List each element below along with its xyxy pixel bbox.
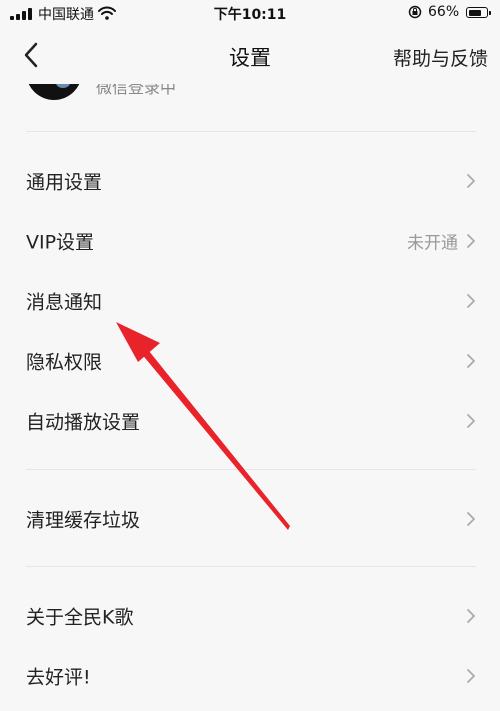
divider (26, 566, 476, 567)
menu-item-label: 自动播放设置 (26, 411, 141, 434)
help-feedback-link[interactable]: 帮助与反馈 (393, 44, 488, 71)
divider (26, 131, 476, 132)
menu-item-label: 关于全民K歌 (26, 606, 134, 629)
divider (26, 469, 476, 470)
menu-item-label: 清理缓存垃圾 (26, 509, 141, 532)
chevron-right-icon (467, 354, 475, 368)
vip-status-value: 未开通 (407, 233, 458, 254)
menu-item-label: VIP设置 (26, 231, 95, 254)
battery-icon (466, 7, 491, 18)
menu-item-rate-app[interactable]: 去好评! (0, 646, 500, 706)
chevron-right-icon (467, 414, 475, 428)
chevron-right-icon (467, 234, 475, 248)
login-method-text: 微信登录中 (96, 84, 177, 97)
menu-item-privacy[interactable]: 隐私权限 (0, 331, 500, 391)
menu-item-notifications[interactable]: 消息通知 (0, 271, 500, 331)
navigation-bar: 设置 帮助与反馈 (0, 28, 500, 84)
menu-item-autoplay-settings[interactable]: 自动播放设置 (0, 391, 500, 451)
chevron-right-icon (467, 669, 475, 683)
menu-item-label: 消息通知 (26, 291, 103, 314)
status-time: 下午10:11 (213, 7, 287, 23)
menu-item-about[interactable]: 关于全民K歌 (0, 586, 500, 646)
menu-item-vip-settings[interactable]: VIP设置 未开通 (0, 211, 500, 271)
menu-item-label: 通用设置 (26, 171, 103, 194)
account-row[interactable]: 微信登录中 (0, 84, 500, 108)
menu-item-general-settings[interactable]: 通用设置 (0, 151, 500, 211)
menu-item-label: 隐私权限 (26, 351, 103, 374)
chevron-right-icon (467, 294, 475, 308)
status-bar: 中国联通 下午10:11 66% (0, 0, 500, 28)
chevron-right-icon (467, 174, 475, 188)
avatar (26, 84, 82, 100)
chevron-right-icon (467, 609, 475, 623)
battery-percent: 66% (428, 4, 460, 20)
rotation-lock-icon (408, 5, 422, 19)
menu-item-clear-cache[interactable]: 清理缓存垃圾 (0, 489, 500, 549)
menu-item-label: 去好评! (26, 666, 91, 689)
chevron-right-icon (467, 512, 475, 526)
